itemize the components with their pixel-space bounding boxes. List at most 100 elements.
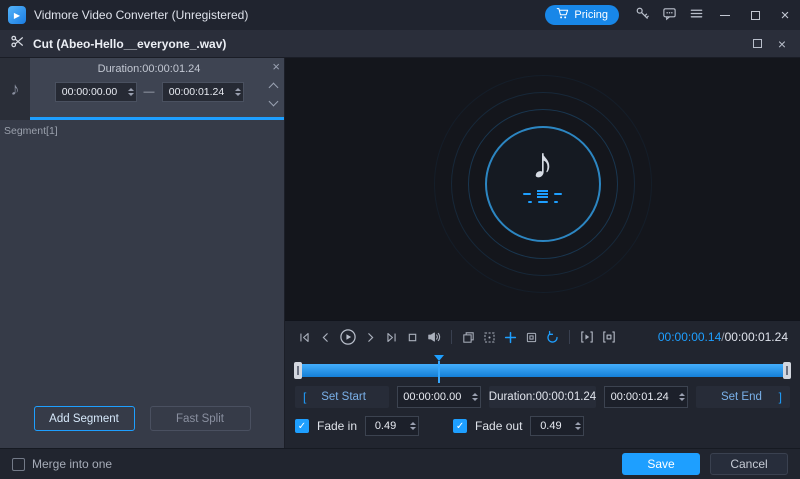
range-dash: — [144, 86, 155, 98]
frame-select-button[interactable] [482, 330, 497, 345]
segment-panel-buttons: Add Segment Fast Split [0, 406, 284, 431]
spinner-down-icon[interactable] [410, 427, 416, 430]
segment-duration-label: Duration:00:00:01.24 [34, 63, 264, 75]
spinner-down-icon[interactable] [679, 398, 685, 401]
cart-icon [556, 7, 569, 23]
playhead[interactable] [434, 355, 444, 383]
music-note-icon: ♪ [11, 79, 20, 100]
current-time: 00:00:00.14 [658, 330, 721, 344]
snapshot-button[interactable] [461, 330, 476, 345]
skip-start-button[interactable] [297, 330, 312, 345]
reset-button[interactable] [545, 330, 560, 345]
trim-end-spinner[interactable] [679, 393, 685, 401]
trim-start-handle[interactable] [294, 362, 302, 379]
cut-dialog-title: Cut (Abeo-Hello__everyone_.wav) [33, 37, 226, 51]
feedback-button[interactable] [656, 0, 683, 30]
cancel-button[interactable]: Cancel [710, 453, 788, 475]
spinner-down-icon[interactable] [235, 93, 241, 96]
titlebar: ▶ Vidmore Video Converter (Unregistered)… [0, 0, 800, 30]
minimize-icon [720, 15, 730, 16]
preview-panel: ♪ [285, 58, 800, 448]
segment-thumbnail: ♪ [0, 58, 30, 120]
spinner-up-icon[interactable] [410, 422, 416, 425]
skip-end-button[interactable] [384, 330, 399, 345]
trim-end-handle[interactable] [783, 362, 791, 379]
fade-out-spinner[interactable] [575, 422, 581, 430]
maximize-icon [751, 11, 760, 20]
segment-end-input[interactable] [162, 82, 244, 102]
segment-start-spinner[interactable] [128, 88, 134, 96]
save-button[interactable]: Save [622, 453, 700, 475]
next-frame-button[interactable] [363, 330, 378, 345]
set-start-button[interactable]: [ Set Start [295, 386, 389, 408]
check-icon: ✓ [456, 421, 464, 432]
fade-in-checkbox[interactable]: ✓ [295, 419, 309, 433]
segment-move-down-button[interactable] [268, 96, 279, 107]
spinner-down-icon[interactable] [128, 93, 134, 96]
segment-index-label: Segment[1] [0, 120, 284, 142]
add-segment-quick-button[interactable] [503, 330, 518, 345]
trim-start-spinner[interactable] [472, 393, 478, 401]
audio-placeholder-icon: ♪ [485, 126, 601, 242]
set-end-button[interactable]: Set End ] [696, 386, 790, 408]
trim-start-input[interactable] [397, 386, 481, 408]
scissors-icon [10, 34, 25, 54]
crop-button[interactable] [524, 330, 539, 345]
app-title: Vidmore Video Converter (Unregistered) [34, 8, 248, 22]
set-end-label: Set End [721, 391, 762, 403]
stop-segment-button[interactable] [601, 329, 617, 345]
fast-split-button[interactable]: Fast Split [150, 406, 251, 431]
left-bracket-icon: [ [303, 390, 306, 404]
stop-button[interactable] [405, 330, 420, 345]
merge-label: Merge into one [32, 457, 112, 471]
timeline-track[interactable] [295, 364, 790, 377]
titlebar-actions: Pricing × [545, 0, 800, 30]
prev-frame-button[interactable] [318, 330, 333, 345]
spinner-up-icon[interactable] [679, 393, 685, 396]
dialog-maximize-icon [753, 39, 762, 48]
pricing-button[interactable]: Pricing [545, 5, 619, 25]
segment-card[interactable]: ♪ Duration:00:00:01.24 × — [0, 58, 284, 120]
spinner-up-icon[interactable] [128, 88, 134, 91]
segment-end-spinner[interactable] [235, 88, 241, 96]
fade-out-label: Fade out [475, 419, 522, 433]
menu-button[interactable] [683, 0, 710, 30]
check-icon: ✓ [298, 421, 306, 432]
hamburger-menu-icon [689, 6, 704, 24]
trim-end-input[interactable] [604, 386, 688, 408]
chevron-up-icon [269, 83, 279, 93]
key-icon [635, 6, 650, 24]
segment-panel: ♪ Duration:00:00:01.24 × — [0, 58, 285, 448]
segment-remove-button[interactable]: × [272, 60, 280, 73]
fade-in-spinner[interactable] [410, 422, 416, 430]
dialog-close-button[interactable]: × [778, 37, 786, 51]
spinner-up-icon[interactable] [575, 422, 581, 425]
play-segment-button[interactable] [579, 329, 595, 345]
segment-move-up-button[interactable] [268, 82, 279, 93]
volume-button[interactable] [426, 329, 442, 345]
segment-progress-bar [30, 117, 284, 120]
dialog-close-icon: × [778, 37, 786, 51]
chevron-down-icon [269, 97, 279, 107]
spinner-up-icon[interactable] [235, 88, 241, 91]
separator [451, 330, 452, 344]
merge-checkbox[interactable] [12, 458, 25, 471]
minimize-button[interactable] [710, 0, 740, 30]
spinner-down-icon[interactable] [575, 427, 581, 430]
register-key-button[interactable] [629, 0, 656, 30]
dialog-maximize-button[interactable] [753, 39, 762, 48]
segment-start-input[interactable] [55, 82, 137, 102]
transport-strip: 00:00:00.14/00:00:01.24 [285, 321, 800, 353]
spinner-up-icon[interactable] [472, 393, 478, 396]
close-button[interactable]: × [770, 0, 800, 30]
comment-icon [662, 6, 677, 24]
fade-in-label: Fade in [317, 419, 357, 433]
maximize-button[interactable] [740, 0, 770, 30]
fade-out-checkbox[interactable]: ✓ [453, 419, 467, 433]
add-segment-button[interactable]: Add Segment [34, 406, 135, 431]
spinner-down-icon[interactable] [472, 398, 478, 401]
preview-area: ♪ [285, 58, 800, 320]
dialog-footer: Merge into one Save Cancel [0, 448, 800, 479]
app-window: ▶ Vidmore Video Converter (Unregistered)… [0, 0, 800, 479]
play-button[interactable] [339, 328, 357, 346]
